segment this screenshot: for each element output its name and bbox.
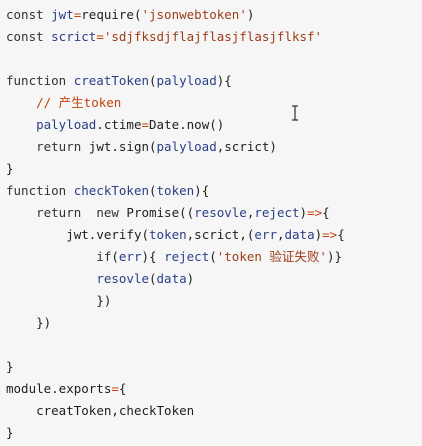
code-line[interactable] xyxy=(6,48,422,70)
code-token: , xyxy=(246,205,255,220)
code-line[interactable]: function creatToken(palyload){ xyxy=(6,70,422,92)
code-line[interactable]: const jwt = require('jsonwebtoken') xyxy=(6,4,422,26)
code-line[interactable]: const scrict ='sdjfksdjflajflasjflasjflks… xyxy=(6,26,422,48)
code-token: token xyxy=(149,227,187,242)
code-token: return xyxy=(36,139,89,154)
code-token: palyload xyxy=(36,117,97,132)
code-token: .ctime xyxy=(96,117,142,132)
code-token: jwt xyxy=(51,7,74,22)
code-line[interactable]: if(err){ reject('token 验证失败')} xyxy=(6,246,422,268)
code-token: module.exports xyxy=(6,381,112,396)
code-token: ,scrict,( xyxy=(186,227,255,242)
code-token: checkToken xyxy=(73,183,149,198)
code-line[interactable] xyxy=(6,334,422,356)
code-token: ( xyxy=(209,249,217,264)
code-token: ,scrict) xyxy=(216,139,277,154)
code-token: } xyxy=(6,425,14,440)
code-line[interactable]: }) xyxy=(6,312,422,334)
code-token: ) xyxy=(314,227,323,242)
text-cursor-icon xyxy=(292,105,298,121)
code-token: 'jsonwebtoken' xyxy=(141,7,247,22)
code-token: = xyxy=(141,117,150,132)
code-token: = xyxy=(73,7,82,22)
code-token: function xyxy=(6,73,74,88)
code-token: token xyxy=(156,183,195,198)
code-token: Date.now() xyxy=(149,117,225,132)
code-token: if xyxy=(96,249,112,264)
code-line[interactable]: module.exports ={ xyxy=(6,378,422,400)
code-token: return new xyxy=(36,205,127,220)
code-token: 'sdjfksdjflajflasjflasjflksf' xyxy=(103,29,323,44)
code-line[interactable]: creatToken,checkToken xyxy=(6,400,422,422)
code-token: } xyxy=(6,359,14,374)
code-token: = xyxy=(111,381,119,396)
code-token: }) xyxy=(96,293,112,308)
code-token: reject xyxy=(164,249,210,264)
code-token: const xyxy=(6,7,52,22)
code-token: { xyxy=(322,205,330,220)
code-token: err xyxy=(118,249,142,264)
code-token: reject xyxy=(254,205,300,220)
code-token: 'token 验证失败' xyxy=(216,249,327,264)
code-line[interactable]: } xyxy=(6,158,422,180)
code-token: resovle xyxy=(96,271,149,286)
code-line[interactable]: return jwt.sign(palyload ,scrict) xyxy=(6,136,422,158)
code-token: , xyxy=(276,227,285,242)
code-token: data xyxy=(156,271,187,286)
code-token: ) xyxy=(246,7,255,22)
code-line[interactable]: return new Promise((resovle, reject) =>{ xyxy=(6,202,422,224)
code-token: ( xyxy=(149,73,157,88)
code-token: } xyxy=(6,161,14,176)
code-line[interactable]: } xyxy=(6,422,422,444)
code-token: creatToken xyxy=(73,73,149,88)
code-token: jwt.verify( xyxy=(66,227,150,242)
code-line[interactable]: } xyxy=(6,356,422,378)
code-token: require( xyxy=(81,7,142,22)
code-token: function xyxy=(6,183,74,198)
code-token: = xyxy=(96,29,104,44)
code-token: ){ xyxy=(194,183,210,198)
code-token: resovle xyxy=(194,205,247,220)
code-token: )} xyxy=(326,249,343,264)
code-token: creatToken,checkToken xyxy=(36,403,195,418)
code-token: { xyxy=(337,227,345,242)
code-line[interactable]: palyload .ctime = Date.now() xyxy=(6,114,422,136)
code-token: ){ xyxy=(141,249,165,264)
code-token: { xyxy=(118,381,127,396)
code-token: const xyxy=(6,29,52,44)
code-token: palyload xyxy=(156,73,217,88)
code-token: scrict xyxy=(51,29,97,44)
code-token: palyload xyxy=(156,139,217,154)
code-token: ( xyxy=(111,249,119,264)
code-line[interactable]: resovle(data) xyxy=(6,268,422,290)
code-token: ) xyxy=(299,205,308,220)
code-line[interactable]: }) xyxy=(6,290,422,312)
code-token: => xyxy=(322,227,338,242)
code-token: err xyxy=(254,227,277,242)
code-token: ){ xyxy=(216,73,232,88)
code-token: }) xyxy=(36,315,52,330)
code-token: ( xyxy=(149,271,157,286)
code-line[interactable]: // 产生token xyxy=(6,92,422,114)
code-token: data xyxy=(284,227,315,242)
code-line[interactable]: jwt.verify(token ,scrict,(err, data) =>{ xyxy=(6,224,422,246)
code-token: ( xyxy=(149,183,157,198)
code-token: // 产生token xyxy=(36,95,122,110)
code-token: ) xyxy=(186,271,195,286)
code-token: Promise(( xyxy=(126,205,195,220)
code-token: jwt.sign( xyxy=(88,139,157,154)
code-token: => xyxy=(307,205,323,220)
code-editor[interactable]: const jwt = require('jsonwebtoken') const s… xyxy=(0,0,422,446)
code-line[interactable]: function checkToken(token){ xyxy=(6,180,422,202)
